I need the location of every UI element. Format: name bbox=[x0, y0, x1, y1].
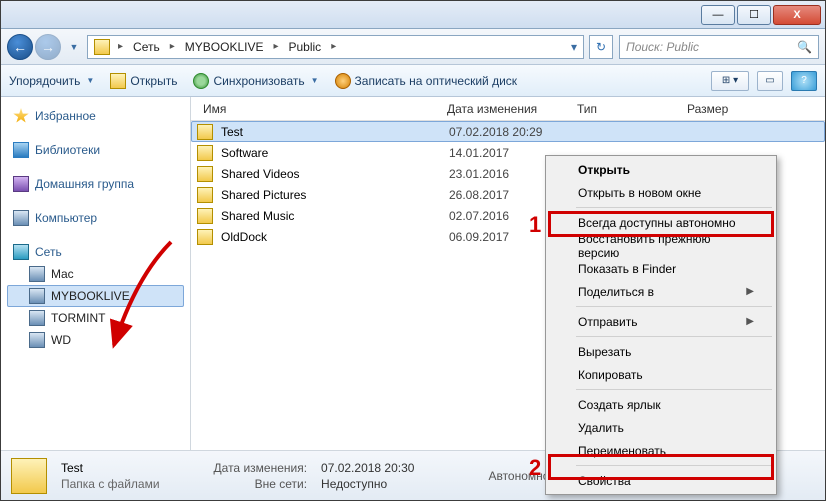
separator bbox=[576, 389, 772, 390]
toolbar: Упорядочить▼ Открыть Синхронизовать▼ Зап… bbox=[1, 65, 825, 97]
network-item-wd[interactable]: WD bbox=[7, 329, 184, 351]
folder-icon bbox=[11, 458, 47, 494]
chevron-right-icon[interactable]: ▸ bbox=[327, 41, 340, 52]
address-bar[interactable]: ▸ Сеть ▸ MYBOOKLIVE ▸ Public ▸ ▾ bbox=[87, 35, 584, 59]
status-net-value: Недоступно bbox=[321, 477, 414, 491]
col-type[interactable]: Тип bbox=[577, 102, 687, 116]
network-header[interactable]: Сеть bbox=[7, 241, 184, 263]
star-icon bbox=[13, 108, 29, 124]
maximize-button[interactable]: ☐ bbox=[737, 5, 771, 25]
nav-pane: Избранное Библиотеки Домашняя группа Ком… bbox=[1, 97, 191, 450]
ctx-delete[interactable]: Удалить bbox=[548, 416, 774, 439]
chevron-right-icon[interactable]: ▸ bbox=[166, 41, 179, 52]
search-icon: 🔍 bbox=[797, 40, 812, 54]
separator bbox=[576, 336, 772, 337]
chevron-right-icon: ▶ bbox=[746, 316, 754, 327]
ctx-send-to[interactable]: Отправить▶ bbox=[548, 310, 774, 333]
close-button[interactable]: X bbox=[773, 5, 821, 25]
ctx-restore-version[interactable]: Восстановить прежнюю версию bbox=[548, 234, 774, 257]
col-size[interactable]: Размер bbox=[687, 102, 767, 116]
disc-icon bbox=[335, 73, 351, 89]
homegroup-header[interactable]: Домашняя группа bbox=[7, 173, 184, 195]
search-placeholder: Поиск: Public bbox=[626, 40, 699, 54]
computer-header[interactable]: Компьютер bbox=[7, 207, 184, 229]
titlebar: — ☐ X bbox=[1, 1, 825, 29]
libraries-icon bbox=[13, 142, 29, 158]
folder-icon bbox=[197, 124, 213, 140]
sync-button[interactable]: Синхронизовать▼ bbox=[193, 73, 318, 89]
computer-icon bbox=[13, 210, 29, 226]
col-name[interactable]: Имя bbox=[197, 102, 447, 116]
organize-button[interactable]: Упорядочить▼ bbox=[9, 74, 94, 88]
network-item-mybooklive[interactable]: MYBOOKLIVE bbox=[7, 285, 184, 307]
view-options-button[interactable]: ⊞ ▾ bbox=[711, 71, 749, 91]
chevron-down-icon: ▼ bbox=[311, 76, 319, 85]
context-menu: Открыть Открыть в новом окне Всегда дост… bbox=[545, 155, 777, 495]
folder-open-icon bbox=[110, 73, 126, 89]
ctx-open[interactable]: Открыть bbox=[548, 158, 774, 181]
separator bbox=[576, 465, 772, 466]
computer-icon bbox=[29, 310, 45, 326]
ctx-properties[interactable]: Свойства bbox=[548, 469, 774, 492]
open-button[interactable]: Открыть bbox=[110, 73, 177, 89]
minimize-button[interactable]: — bbox=[701, 5, 735, 25]
breadcrumb-l1[interactable]: MYBOOKLIVE bbox=[179, 36, 270, 58]
ctx-copy[interactable]: Копировать bbox=[548, 363, 774, 386]
separator bbox=[576, 306, 772, 307]
sync-icon bbox=[193, 73, 209, 89]
favorites-header[interactable]: Избранное bbox=[7, 105, 184, 127]
refresh-button[interactable]: ↻ bbox=[589, 35, 613, 59]
folder-icon bbox=[197, 145, 213, 161]
chevron-right-icon: ▶ bbox=[746, 286, 754, 297]
folder-icon bbox=[197, 208, 213, 224]
file-row[interactable]: Test07.02.2018 20:29 bbox=[191, 121, 825, 142]
computer-icon bbox=[29, 332, 45, 348]
breadcrumb-root[interactable]: Сеть bbox=[127, 36, 166, 58]
forward-button[interactable]: → bbox=[35, 34, 61, 60]
back-button[interactable]: ← bbox=[7, 34, 33, 60]
network-item-tormint[interactable]: TORMINT bbox=[7, 307, 184, 329]
status-subtitle: Папка с файлами bbox=[61, 477, 160, 491]
network-icon bbox=[13, 244, 29, 260]
status-title: Test bbox=[61, 461, 160, 475]
folder-icon bbox=[94, 39, 110, 55]
ctx-show-finder[interactable]: Показать в Finder bbox=[548, 257, 774, 280]
ctx-create-shortcut[interactable]: Создать ярлык bbox=[548, 393, 774, 416]
status-date-label: Дата изменения: bbox=[214, 461, 308, 475]
search-input[interactable]: Поиск: Public 🔍 bbox=[619, 35, 819, 59]
chevron-right-icon[interactable]: ▸ bbox=[114, 41, 127, 52]
folder-icon bbox=[197, 166, 213, 182]
chevron-down-icon: ▼ bbox=[86, 76, 94, 85]
ctx-rename[interactable]: Переименовать bbox=[548, 439, 774, 462]
folder-icon bbox=[197, 187, 213, 203]
computer-icon bbox=[29, 266, 45, 282]
ctx-cut[interactable]: Вырезать bbox=[548, 340, 774, 363]
network-item-mac[interactable]: Mac bbox=[7, 263, 184, 285]
chevron-right-icon[interactable]: ▸ bbox=[269, 41, 282, 52]
burn-button[interactable]: Записать на оптический диск bbox=[335, 73, 518, 89]
ctx-share[interactable]: Поделиться в▶ bbox=[548, 280, 774, 303]
status-date-value: 07.02.2018 20:30 bbox=[321, 461, 414, 475]
history-dropdown[interactable]: ▼ bbox=[67, 37, 81, 57]
annotation-number-2: 2 bbox=[529, 455, 541, 481]
preview-pane-button[interactable]: ▭ bbox=[757, 71, 783, 91]
separator bbox=[576, 207, 772, 208]
ctx-open-new-window[interactable]: Открыть в новом окне bbox=[548, 181, 774, 204]
homegroup-icon bbox=[13, 176, 29, 192]
computer-icon bbox=[29, 288, 45, 304]
column-headers: Имя Дата изменения Тип Размер bbox=[191, 97, 825, 121]
folder-icon bbox=[197, 229, 213, 245]
libraries-header[interactable]: Библиотеки bbox=[7, 139, 184, 161]
annotation-number-1: 1 bbox=[529, 212, 541, 238]
address-dropdown[interactable]: ▾ bbox=[567, 40, 581, 54]
help-button[interactable]: ? bbox=[791, 71, 817, 91]
status-net-label: Вне сети: bbox=[214, 477, 308, 491]
breadcrumb-l2[interactable]: Public bbox=[283, 36, 328, 58]
nav-bar: ← → ▼ ▸ Сеть ▸ MYBOOKLIVE ▸ Public ▸ ▾ ↻… bbox=[1, 29, 825, 65]
col-date[interactable]: Дата изменения bbox=[447, 102, 577, 116]
